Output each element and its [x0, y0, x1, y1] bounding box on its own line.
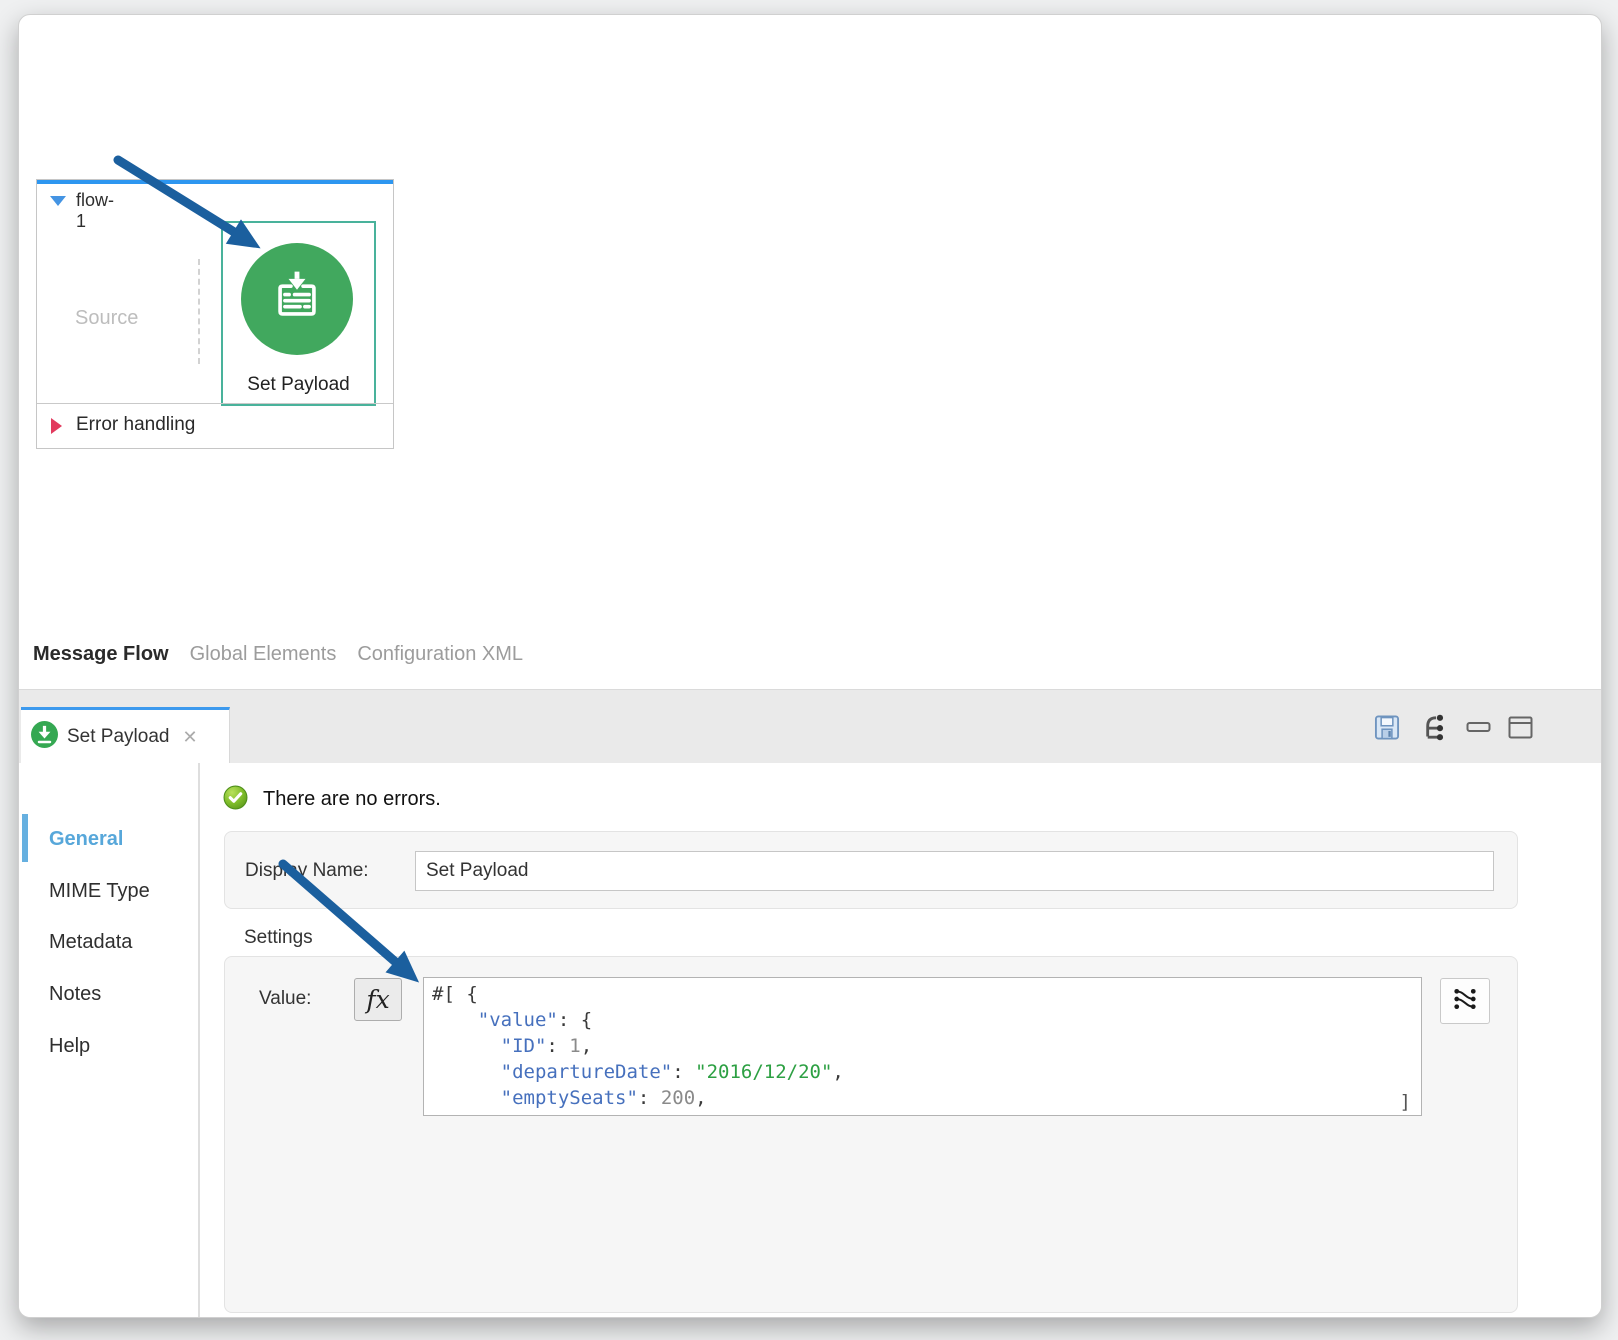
source-placeholder[interactable]: Source	[75, 307, 138, 330]
display-name-input[interactable]	[415, 851, 1494, 891]
set-payload-node[interactable]	[241, 243, 353, 355]
tab-global-elements[interactable]: Global Elements	[190, 643, 337, 666]
maximize-icon[interactable]	[1508, 716, 1533, 739]
flow-collapse-icon[interactable]	[50, 196, 66, 206]
properties-content: General MIME Type Metadata Notes Help	[19, 763, 1601, 1317]
sidebar-divider	[198, 763, 200, 1317]
error-handling-expand-icon[interactable]	[51, 418, 62, 434]
properties-tab-title: Set Payload	[67, 726, 169, 748]
set-payload-selection[interactable]: Set Payload	[221, 221, 376, 406]
tree-view-icon[interactable]	[1418, 712, 1449, 743]
transform-icon	[1452, 986, 1478, 1017]
screenshot-page: flow-1 Source	[0, 0, 1618, 1340]
set-payload-icon	[268, 268, 326, 331]
settings-title: Settings	[244, 927, 313, 949]
flow-selected-topbar	[37, 180, 393, 184]
value-label: Value:	[259, 988, 311, 1010]
sidebar-item-general[interactable]: General	[49, 824, 123, 854]
tab-configuration-xml[interactable]: Configuration XML	[357, 643, 523, 666]
tab-message-flow[interactable]: Message Flow	[33, 643, 169, 666]
source-divider-dashed	[198, 259, 200, 364]
error-handling-row[interactable]: Error handling	[37, 404, 393, 448]
code-editor-content: #[ { "value": { "ID": 1, "departureDate"…	[424, 978, 1421, 1114]
error-handling-label: Error handling	[76, 414, 195, 436]
sidebar-item-notes[interactable]: Notes	[49, 979, 101, 1009]
code-trailing-bracket: ]	[1400, 1091, 1411, 1113]
sidebar-active-indicator	[22, 814, 28, 862]
flow-container[interactable]: flow-1 Source	[36, 179, 394, 449]
display-name-group: Display Name:	[224, 831, 1518, 909]
minimize-icon[interactable]	[1466, 720, 1491, 734]
status-text: There are no errors.	[263, 788, 441, 811]
properties-header: Set Payload ✕	[19, 689, 1601, 764]
set-payload-node-label: Set Payload	[223, 374, 374, 396]
dataweave-transform-button[interactable]	[1440, 978, 1490, 1024]
save-icon[interactable]	[1373, 713, 1401, 742]
sidebar-item-mime-type[interactable]: MIME Type	[49, 876, 150, 906]
canvas-view-tabs: Message Flow Global Elements Configurati…	[33, 639, 523, 669]
settings-group: Value: fx #[ { "value": { "ID": 1, "depa…	[224, 956, 1518, 1313]
close-tab-icon[interactable]: ✕	[182, 727, 197, 748]
set-payload-mini-icon	[31, 721, 58, 753]
flow-name: flow-1	[76, 190, 114, 232]
properties-tab-set-payload[interactable]: Set Payload ✕	[21, 707, 230, 764]
properties-toolbar	[1373, 690, 1533, 764]
sidebar-item-help[interactable]: Help	[49, 1031, 90, 1061]
sidebar-item-metadata[interactable]: Metadata	[49, 927, 132, 957]
display-name-label: Display Name:	[245, 860, 369, 882]
expression-fx-button[interactable]: fx	[354, 978, 402, 1021]
no-errors-check-icon	[223, 785, 248, 815]
value-code-editor[interactable]: #[ { "value": { "ID": 1, "departureDate"…	[423, 977, 1422, 1116]
studio-window: flow-1 Source	[18, 14, 1602, 1318]
